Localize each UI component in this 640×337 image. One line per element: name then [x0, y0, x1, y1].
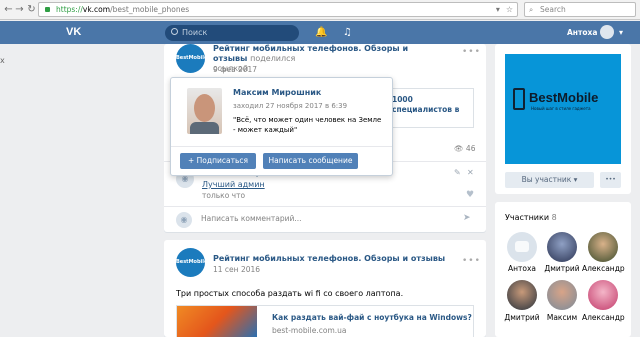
more-icon[interactable]: ••• — [462, 256, 481, 266]
vk-search-input[interactable]: Поиск — [165, 25, 299, 41]
friend-avatar[interactable] — [507, 232, 537, 262]
lock-icon — [45, 7, 50, 12]
send-message-button[interactable]: Написать сообщение — [263, 153, 358, 169]
comment-time[interactable]: только что — [202, 191, 245, 201]
post-date[interactable]: 11 сен 2016 — [213, 265, 260, 275]
group-avatar[interactable]: BestMobile — [176, 44, 207, 73]
phone-icon — [513, 88, 525, 110]
browser-search[interactable]: ⌕ Search — [524, 2, 636, 17]
friend-name[interactable]: Максим — [541, 313, 583, 323]
divider — [164, 206, 486, 207]
friend-avatar[interactable] — [547, 232, 577, 262]
friend-avatar[interactable] — [588, 232, 618, 262]
bookmark-icon[interactable]: ▾ ☆ — [496, 4, 513, 16]
camera-icon: ◉ — [176, 212, 192, 228]
divider — [171, 146, 392, 147]
more-icon[interactable]: ••• — [462, 47, 481, 57]
vk-logo[interactable]: VK — [66, 25, 88, 40]
user-name[interactable]: Антоха — [567, 27, 597, 38]
music-icon[interactable]: ♫ — [343, 26, 352, 39]
friend-name[interactable]: Александр — [582, 264, 625, 274]
vk-header: VK Поиск 🔔 ♫ Антоха ▾ — [0, 21, 640, 44]
popup-status: "Всё, что может один человек на Земле - … — [233, 116, 382, 134]
logo-text: BestMobile — [529, 90, 599, 105]
search-icon: ⌕ — [529, 5, 534, 14]
post-card: BestMobile Рейтинг мобильных телефонов. … — [164, 240, 486, 337]
url-text: https://vk.com/best_mobile_phones — [56, 5, 190, 14]
eye-icon: 👁 — [454, 144, 464, 153]
vk-search-placeholder: Поиск — [182, 28, 208, 37]
link-domain: best-mobile.com.ua — [272, 326, 347, 335]
browser-toolbar: ← → ↻ https://vk.com/best_mobile_phones … — [0, 0, 640, 20]
browser-search-placeholder: Search — [540, 5, 566, 14]
link-attachment[interactable]: Как раздать вай-фай с ноутбука на Window… — [176, 305, 474, 337]
popup-user-name[interactable]: Максим Мирошник — [233, 88, 321, 98]
chevron-down-icon[interactable]: ▾ — [619, 26, 623, 39]
link-snippet-title[interactable]: 1000 специалистов в — [392, 95, 472, 115]
group-logo[interactable]: BestMobile Новый шаг в стиле гаджета — [505, 54, 621, 164]
post-text: Три простых способа раздать wi fi со сво… — [176, 289, 404, 298]
user-popup: Максим Мирошник заходил 27 ноября 2017 в… — [170, 77, 393, 176]
member-button[interactable]: Вы участник ▾ — [505, 172, 594, 188]
friend-name[interactable]: Дмитрий — [541, 264, 583, 274]
like-heart-icon[interactable]: ♥ — [466, 190, 474, 200]
logo-tagline: Новый шаг в стиле гаджета — [531, 106, 591, 111]
subscribe-button[interactable]: + Подписаться — [180, 153, 256, 169]
user-photo[interactable] — [187, 88, 222, 134]
comment-text: Лучший админ — [202, 180, 265, 189]
address-bar[interactable]: https://vk.com/best_mobile_phones ▾ ☆ — [38, 2, 518, 17]
link-image[interactable] — [177, 306, 257, 337]
views-counter: 👁 46 — [454, 144, 476, 153]
comment-input[interactable]: Написать комментарий... — [201, 214, 302, 224]
send-icon[interactable]: ➤ — [463, 213, 471, 223]
avatar[interactable] — [600, 25, 614, 39]
friend-avatar[interactable] — [547, 280, 577, 310]
more-icon[interactable]: ••• — [600, 172, 621, 188]
post-author[interactable]: Рейтинг мобильных телефонов. Обзоры и от… — [213, 254, 453, 264]
close-icon[interactable]: ✕ — [467, 168, 474, 177]
plus-icon: + — [187, 156, 195, 165]
friend-avatar[interactable] — [507, 280, 537, 310]
friend-avatar[interactable] — [588, 280, 618, 310]
members-heading[interactable]: Участники 8 — [505, 213, 557, 223]
friend-name[interactable]: Дмитрий — [501, 313, 543, 323]
notifications-bell-icon[interactable]: 🔔 — [315, 26, 327, 39]
friend-name[interactable]: Александр — [582, 313, 625, 323]
search-icon — [171, 28, 178, 35]
friend-name[interactable]: Антоха — [501, 264, 543, 274]
post-date[interactable]: 9 фев 2017 — [213, 65, 257, 75]
link-title[interactable]: Как раздать вай-фай с ноутбука на Window… — [272, 313, 472, 323]
group-avatar[interactable]: BestMobile — [176, 248, 207, 277]
link-snippet-box[interactable]: 1000 специалистов в — [392, 88, 474, 128]
reload-icon[interactable]: ↻ — [25, 3, 38, 16]
edit-icon[interactable]: ✎ — [454, 168, 461, 177]
left-stub-text: x — [0, 56, 5, 65]
popup-last-seen: заходил 27 ноября 2017 в 6:39 — [233, 102, 348, 110]
